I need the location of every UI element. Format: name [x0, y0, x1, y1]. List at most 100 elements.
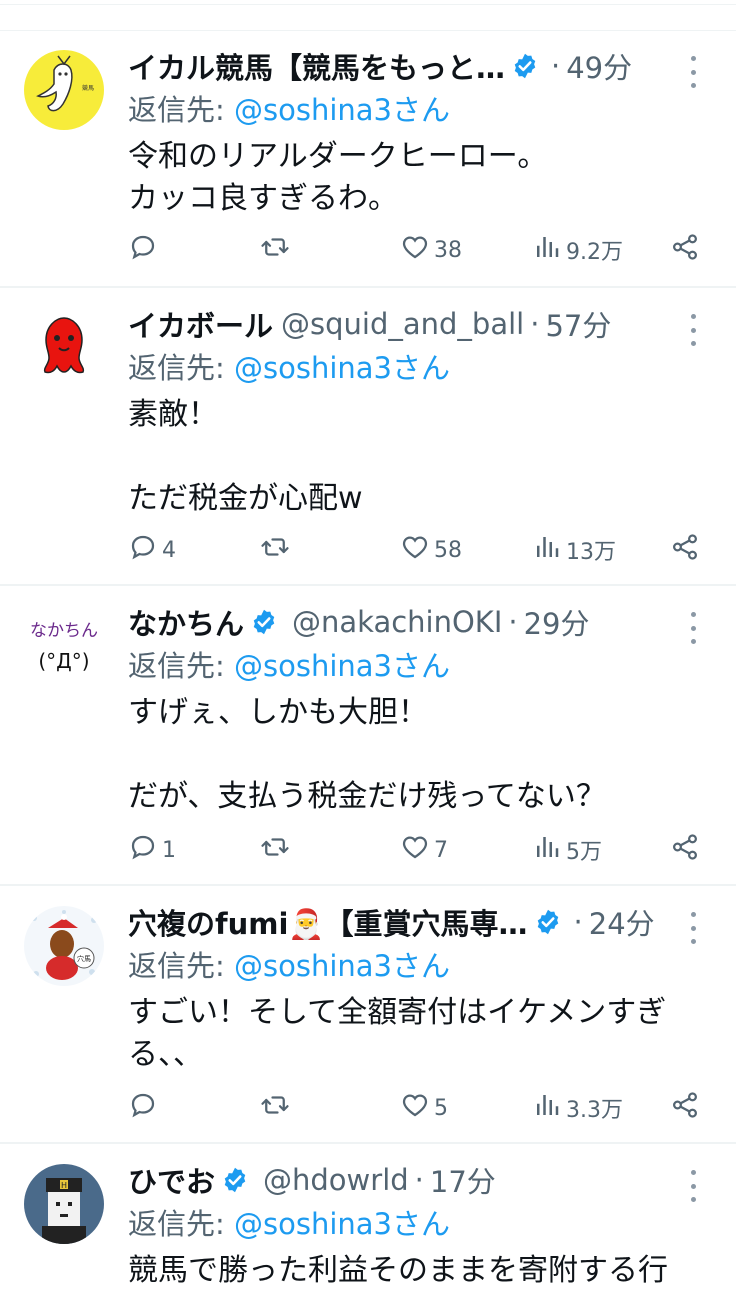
post-time[interactable]: 57分 — [545, 303, 611, 345]
display-name[interactable]: イカボール — [128, 303, 273, 345]
post-text: 令和のリアルダークヒーロー。 カッコ良すぎるわ。 — [128, 139, 548, 216]
post-time[interactable]: 17分 — [430, 1159, 496, 1201]
reply-context: 返信先: @soshina3さん — [128, 944, 706, 988]
share-button[interactable] — [670, 832, 700, 868]
bar-chart-icon — [532, 232, 562, 268]
share-button[interactable] — [670, 1090, 700, 1126]
post-header: ひでお @hdowrld · 17分 — [128, 1158, 706, 1202]
reply-button[interactable] — [128, 232, 260, 268]
view-count: 3.3万 — [566, 1098, 623, 1123]
more-options-icon[interactable] — [678, 52, 708, 92]
verified-badge-icon — [511, 52, 539, 80]
reply-context: 返信先: @soshina3さん — [128, 346, 706, 390]
share-button[interactable] — [670, 532, 700, 568]
repost-icon — [260, 832, 290, 868]
view-count: 9.2万 — [566, 240, 623, 265]
reply-mention-link[interactable]: @soshina3さん — [234, 351, 450, 385]
top-divider — [0, 0, 736, 31]
views-button[interactable]: 13万 — [532, 532, 670, 568]
views-button[interactable]: 5万 — [532, 832, 670, 868]
avatar[interactable]: 穴馬 — [24, 906, 104, 986]
avatar[interactable]: H — [24, 1164, 104, 1244]
reply-post[interactable]: H ひでお @hdowrld · 17分 返信先: @soshina3さん 競馬で勝った利益… — [0, 1144, 736, 1288]
post-time[interactable]: 24分 — [589, 901, 655, 943]
post-text: 素敵！ ただ税金が心配w — [128, 397, 363, 516]
verified-badge-icon — [221, 1166, 249, 1194]
views-button[interactable]: 9.2万 — [532, 232, 670, 268]
user-handle[interactable]: @squid_and_ball — [281, 307, 524, 341]
display-name[interactable]: イカル競馬【競馬をもっと… — [128, 45, 505, 87]
like-button[interactable]: 38 — [400, 232, 532, 268]
view-count: 5万 — [566, 840, 602, 865]
more-options-icon[interactable] — [678, 608, 708, 648]
reply-icon — [128, 832, 158, 868]
reply-post[interactable]: 穴馬 穴複のfumi🎅【重賞穴馬専… · 24分 返信先: @soshina3さん すごい… — [0, 886, 736, 1144]
repost-icon — [260, 532, 290, 568]
reply-prefix: 返信先: — [128, 949, 234, 983]
reply-button[interactable]: 4 — [128, 532, 260, 568]
separator-dot: · — [573, 905, 583, 939]
more-options-icon[interactable] — [678, 1166, 708, 1206]
reply-prefix: 返信先: — [128, 1207, 234, 1241]
reply-count: 1 — [162, 837, 176, 863]
views-button[interactable]: 3.3万 — [532, 1090, 670, 1126]
display-name[interactable]: ひでお — [128, 1159, 215, 1201]
reply-mention-link[interactable]: @soshina3さん — [234, 949, 450, 983]
reply-prefix: 返信先: — [128, 351, 234, 385]
user-handle[interactable]: @nakachinOKI — [292, 605, 502, 639]
post-header: イカル競馬【競馬をもっと… · 49分 — [128, 44, 706, 88]
repost-button[interactable] — [260, 232, 400, 268]
reply-button[interactable]: 1 — [128, 832, 260, 868]
like-button[interactable]: 5 — [400, 1090, 532, 1126]
like-button[interactable]: 58 — [400, 532, 532, 568]
reply-prefix: 返信先: — [128, 93, 234, 127]
repost-button[interactable] — [260, 1090, 400, 1126]
separator-dot: · — [530, 307, 540, 341]
reply-post[interactable]: 競馬 イカル競馬【競馬をもっと… · 49分 返信先: @soshina3さん 令和のリア… — [0, 30, 736, 288]
heart-icon — [400, 532, 430, 568]
share-button[interactable] — [670, 232, 700, 268]
repost-button[interactable] — [260, 532, 400, 568]
separator-dot: · — [414, 1163, 424, 1197]
reply-post[interactable]: なかちん (°Д°) なかちん @nakachinOKI · 29分 返信先: @soshi… — [0, 586, 736, 886]
more-options-icon[interactable] — [678, 310, 708, 350]
bar-chart-icon — [532, 532, 562, 568]
share-icon — [670, 232, 700, 268]
post-header: なかちん @nakachinOKI · 29分 — [128, 600, 706, 644]
action-bar: 4 58 13万 — [128, 530, 700, 570]
bar-chart-icon — [532, 832, 562, 868]
post-time[interactable]: 29分 — [524, 601, 590, 643]
avatar[interactable]: 競馬 — [24, 50, 104, 130]
verified-badge-icon — [534, 908, 562, 936]
reply-mention-link[interactable]: @soshina3さん — [234, 1207, 450, 1241]
avatar[interactable]: なかちん (°Д°) — [24, 606, 104, 686]
repost-button[interactable] — [260, 832, 400, 868]
reply-prefix: 返信先: — [128, 649, 234, 683]
repost-icon — [260, 232, 290, 268]
display-name[interactable]: 穴複のfumi🎅【重賞穴馬専… — [128, 901, 528, 943]
like-button[interactable]: 7 — [400, 832, 532, 868]
user-handle[interactable]: @hdowrld — [263, 1163, 409, 1197]
reply-icon — [128, 1090, 158, 1126]
verified-badge-icon — [250, 608, 278, 636]
reply-button[interactable] — [128, 1090, 260, 1126]
heart-icon — [400, 1090, 430, 1126]
reply-mention-link[interactable]: @soshina3さん — [234, 649, 450, 683]
reply-context: 返信先: @soshina3さん — [128, 1202, 706, 1246]
reply-context: 返信先: @soshina3さん — [128, 88, 706, 132]
reply-count: 4 — [162, 537, 176, 563]
display-name[interactable]: なかちん — [128, 601, 244, 643]
reply-mention-link[interactable]: @soshina3さん — [234, 93, 450, 127]
post-text: すごい！そして全額寄付はイケメンすぎる、、 — [128, 995, 667, 1072]
svg-text:(°Д°): (°Д°) — [38, 649, 89, 673]
svg-text:H: H — [61, 1181, 67, 1190]
reply-post[interactable]: イカボール @squid_and_ball · 57分 返信先: @soshina3さん… — [0, 288, 736, 586]
avatar[interactable] — [24, 308, 104, 388]
action-bar: 38 9.2万 — [128, 230, 700, 270]
post-header: 穴複のfumi🎅【重賞穴馬専… · 24分 — [128, 900, 706, 944]
more-options-icon[interactable] — [678, 908, 708, 948]
post-time[interactable]: 49分 — [566, 45, 632, 87]
action-bar: 1 7 5万 — [128, 830, 700, 870]
svg-text:穴馬: 穴馬 — [77, 954, 91, 963]
like-count: 5 — [434, 1095, 448, 1121]
